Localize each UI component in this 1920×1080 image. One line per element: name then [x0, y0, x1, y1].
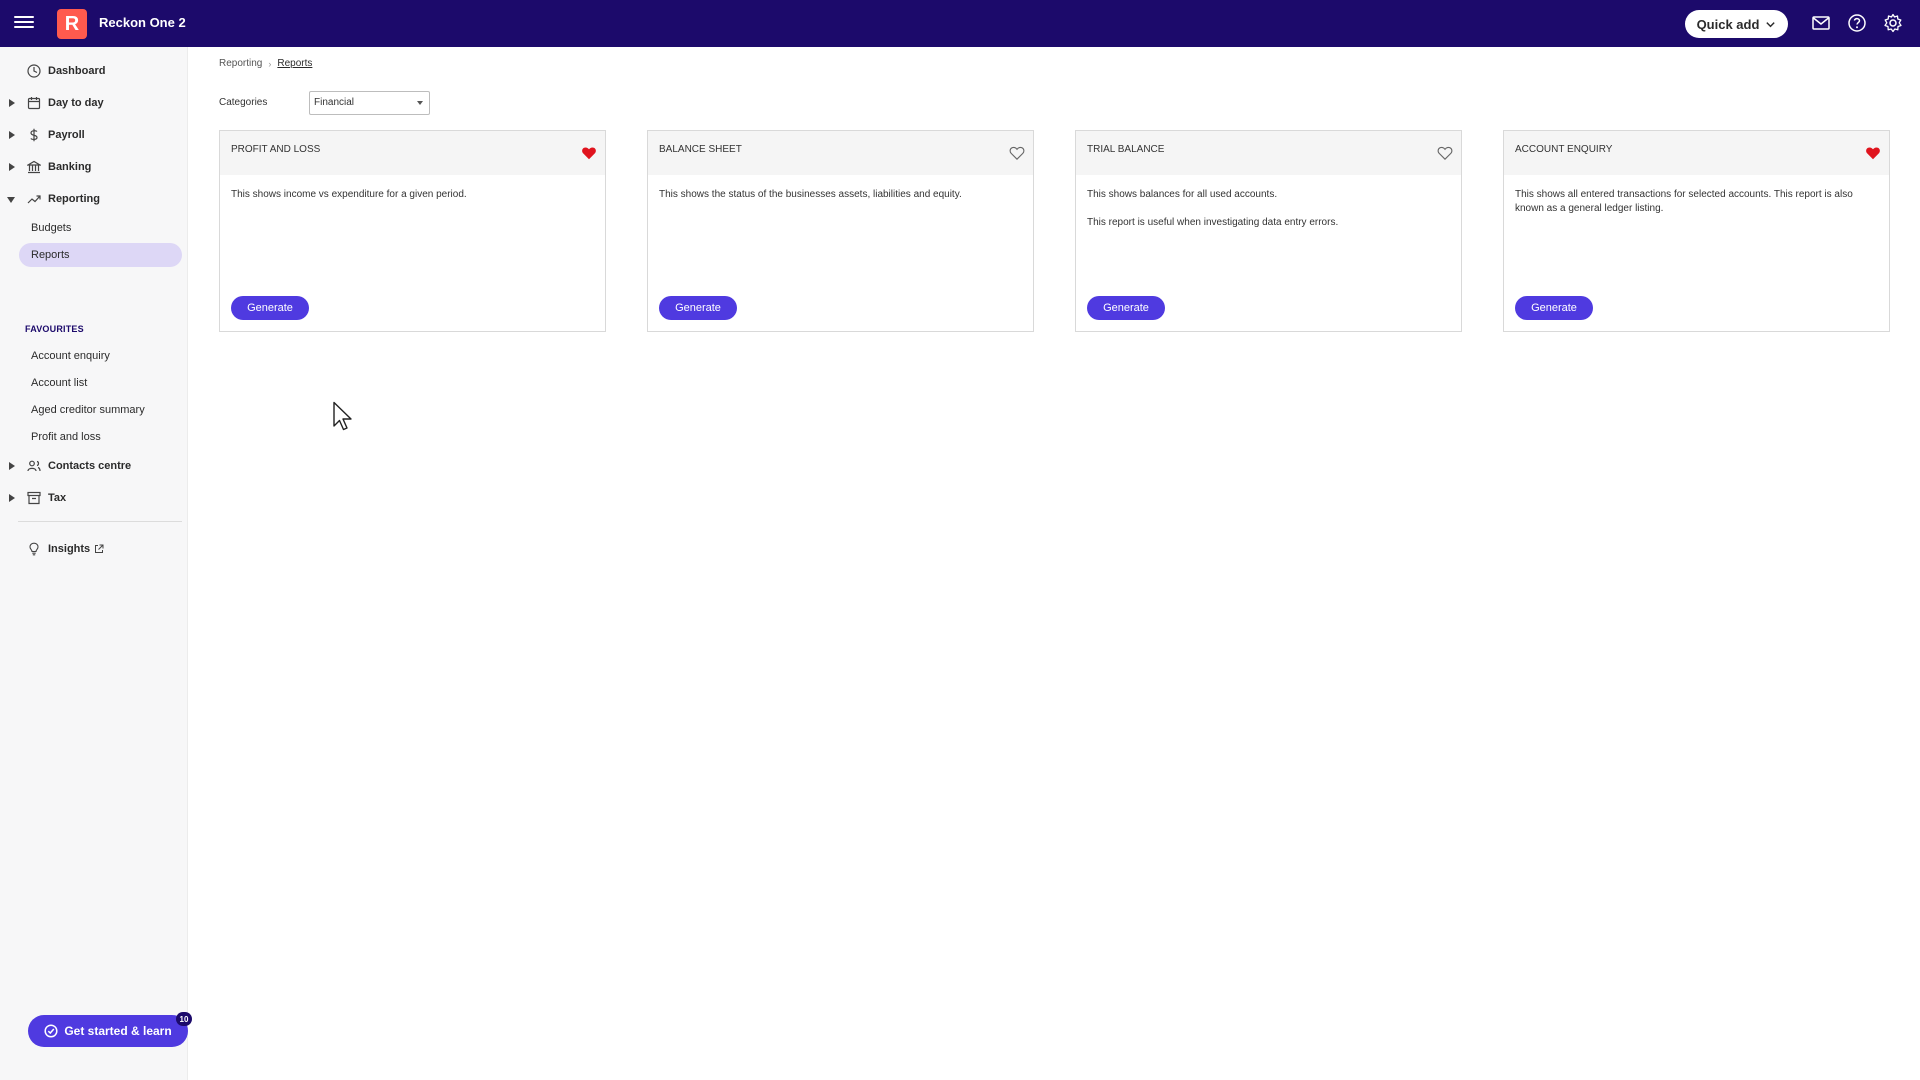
- favourites-heading: FAVOURITES: [25, 324, 84, 334]
- sidebar: Dashboard Day to day Payroll Banking Rep…: [0, 47, 188, 1080]
- sidebar-item-label: Insights: [48, 543, 104, 555]
- card-description-text: This shows all entered transactions for …: [1515, 189, 1853, 214]
- lightbulb-icon: [29, 542, 39, 556]
- generate-button[interactable]: Generate: [1087, 296, 1165, 320]
- top-bar: R Reckon One 2 Quick add: [0, 0, 1920, 47]
- report-card-trial-balance: TRIAL BALANCE This shows balances for al…: [1075, 130, 1462, 332]
- sidebar-item-label: Reporting: [48, 193, 100, 205]
- caret-right-icon: [9, 494, 15, 502]
- get-started-button[interactable]: Get started & learn: [28, 1015, 188, 1047]
- categories-select[interactable]: Financial: [309, 91, 430, 115]
- heart-filled-icon[interactable]: [1865, 145, 1881, 161]
- card-description-text: This shows balances for all used account…: [1087, 189, 1278, 200]
- sidebar-item-label: Dashboard: [48, 65, 106, 77]
- sidebar-item-payroll[interactable]: Payroll: [0, 122, 182, 148]
- dollar-icon: [30, 128, 38, 142]
- caret-right-icon: [9, 131, 15, 139]
- sidebar-item-reporting[interactable]: Reporting: [0, 186, 182, 212]
- sidebar-item-tax[interactable]: Tax: [0, 485, 182, 511]
- app-title: Reckon One 2: [99, 15, 186, 30]
- breadcrumb-reporting[interactable]: Reporting: [219, 58, 262, 69]
- breadcrumb: Reporting › Reports: [219, 58, 312, 69]
- mouse-cursor-icon: [333, 401, 352, 431]
- heart-outline-icon[interactable]: [1437, 145, 1453, 161]
- favourite-item-label: Account list: [31, 377, 88, 389]
- favourite-item[interactable]: Profit and loss: [19, 425, 182, 449]
- sidebar-subitem-budgets[interactable]: Budgets: [19, 216, 182, 240]
- tax-icon: [27, 491, 41, 505]
- sidebar-item-banking[interactable]: Banking: [0, 154, 182, 180]
- card-title: TRIAL BALANCE: [1087, 144, 1165, 155]
- external-link-icon: [95, 544, 104, 554]
- sidebar-item-label: Tax: [48, 492, 67, 504]
- report-card-profit-and-loss: PROFIT AND LOSS This shows income vs exp…: [219, 130, 606, 332]
- breadcrumb-reports[interactable]: Reports: [277, 58, 312, 69]
- notification-badge: 10: [176, 1012, 192, 1026]
- favourite-item-label: Profit and loss: [31, 431, 101, 443]
- quick-add-label: Quick add: [1696, 16, 1760, 32]
- breadcrumb-separator-icon: ›: [268, 58, 272, 69]
- dashboard-icon: [27, 64, 41, 78]
- app-logo[interactable]: R: [57, 9, 87, 39]
- calendar-icon: [27, 97, 41, 110]
- sidebar-item-dashboard[interactable]: Dashboard: [0, 58, 182, 84]
- dropdown-arrow-icon: [417, 101, 423, 105]
- sidebar-item-day-to-day[interactable]: Day to day: [0, 90, 182, 116]
- sidebar-subitem-label: Budgets: [31, 222, 72, 234]
- report-card-account-enquiry: ACCOUNT ENQUIRY This shows all entered t…: [1503, 130, 1890, 332]
- gear-icon[interactable]: [1883, 13, 1903, 33]
- card-title: ACCOUNT ENQUIRY: [1515, 144, 1613, 155]
- card-description: This shows the status of the businesses …: [659, 188, 1019, 216]
- insights-label: Insights: [48, 543, 91, 555]
- caret-right-icon: [9, 462, 15, 470]
- generate-button[interactable]: Generate: [1515, 296, 1593, 320]
- sidebar-item-label: Contacts centre: [48, 460, 132, 472]
- sidebar-subitem-label: Reports: [31, 249, 70, 261]
- chevron-down-icon: [1766, 21, 1776, 27]
- check-circle-icon: [44, 1024, 58, 1038]
- sidebar-item-contacts-centre[interactable]: Contacts centre: [0, 453, 182, 479]
- favourite-item[interactable]: Account list: [19, 371, 182, 395]
- trend-icon: [27, 195, 41, 204]
- generate-button[interactable]: Generate: [659, 296, 737, 320]
- caret-right-icon: [9, 99, 15, 107]
- favourite-item[interactable]: Account enquiry: [19, 344, 182, 368]
- caret-down-icon: [7, 197, 15, 203]
- heart-filled-icon[interactable]: [581, 145, 597, 161]
- mail-icon[interactable]: [1811, 13, 1831, 33]
- get-started-label: Get started & learn: [64, 1024, 172, 1038]
- sidebar-item-insights[interactable]: Insights: [0, 536, 182, 562]
- favourite-item[interactable]: Aged creditor summary: [19, 398, 182, 422]
- report-card-balance-sheet: BALANCE SHEET This shows the status of t…: [647, 130, 1034, 332]
- categories-selected-value: Financial: [314, 97, 355, 108]
- card-description-text: This shows the status of the businesses …: [659, 189, 962, 200]
- card-description: This shows balances for all used account…: [1087, 188, 1447, 244]
- sidebar-subitem-reports[interactable]: Reports: [19, 243, 182, 267]
- card-title: BALANCE SHEET: [659, 144, 742, 155]
- card-description: This shows income vs expenditure for a g…: [231, 188, 591, 216]
- quick-add-button[interactable]: Quick add: [1685, 10, 1788, 38]
- bank-icon: [27, 160, 41, 174]
- card-description: This shows all entered transactions for …: [1515, 188, 1875, 230]
- favourite-item-label: Aged creditor summary: [31, 404, 145, 416]
- caret-right-icon: [9, 163, 15, 171]
- categories-label: Categories: [219, 97, 268, 108]
- card-description-text: This report is useful when investigating…: [1087, 217, 1339, 228]
- generate-button[interactable]: Generate: [231, 296, 309, 320]
- menu-icon[interactable]: [14, 13, 34, 33]
- sidebar-divider: [18, 521, 182, 522]
- favourite-item-label: Account enquiry: [31, 350, 110, 362]
- contacts-icon: [27, 460, 41, 472]
- card-title: PROFIT AND LOSS: [231, 144, 321, 155]
- help-icon[interactable]: [1847, 13, 1867, 33]
- sidebar-item-label: Payroll: [48, 129, 85, 141]
- sidebar-item-label: Day to day: [48, 97, 104, 109]
- heart-outline-icon[interactable]: [1009, 145, 1025, 161]
- card-description-text: This shows income vs expenditure for a g…: [231, 189, 467, 200]
- sidebar-item-label: Banking: [48, 161, 92, 173]
